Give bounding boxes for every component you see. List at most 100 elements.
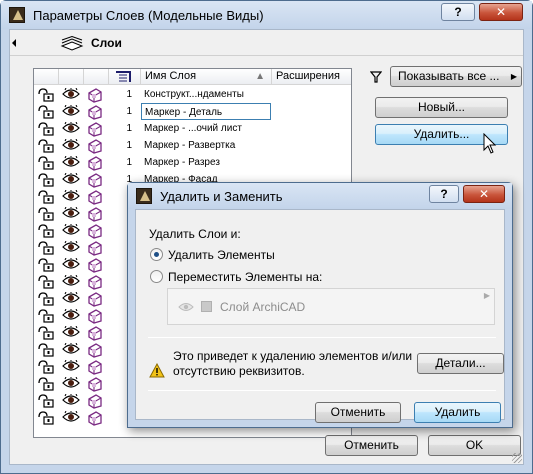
lock-open-icon[interactable]: [37, 341, 57, 358]
extensions-column-header[interactable]: Расширения: [272, 69, 351, 85]
lock-open-icon[interactable]: [37, 307, 57, 324]
wireframe-layer-icon[interactable]: [87, 409, 105, 426]
eye-icon[interactable]: [62, 290, 82, 307]
eye-icon[interactable]: [62, 375, 82, 392]
lock-column-header[interactable]: [34, 69, 59, 85]
table-row[interactable]: 1 Маркер - Разрез: [34, 154, 351, 171]
lock-open-icon[interactable]: [37, 358, 57, 375]
eye-icon[interactable]: [62, 120, 82, 137]
wireframe-layer-icon[interactable]: [87, 375, 105, 392]
table-row[interactable]: 1 Маркер - Деталь: [34, 103, 351, 120]
wireframe-layer-icon[interactable]: [87, 239, 105, 256]
eye-icon[interactable]: [62, 273, 82, 290]
eye-icon[interactable]: [62, 341, 82, 358]
wireframe-layer-icon[interactable]: [87, 205, 105, 222]
delete-elements-label[interactable]: Удалить Элементы: [168, 248, 275, 262]
warning-line-1: Это приведет к удалению элементов и/или: [173, 349, 413, 363]
wireframe-layer-icon[interactable]: [87, 256, 105, 273]
eye-icon[interactable]: [62, 307, 82, 324]
section-header[interactable]: Слои: [10, 30, 523, 56]
eye-icon[interactable]: [62, 324, 82, 341]
visibility-column-header[interactable]: [59, 69, 84, 85]
delete-elements-radio[interactable]: [150, 248, 163, 261]
ok-button[interactable]: OK: [428, 435, 521, 456]
lock-open-icon[interactable]: [37, 222, 57, 239]
table-row[interactable]: 1 Маркер - Развертка: [34, 137, 351, 154]
eye-icon[interactable]: [62, 86, 82, 103]
show-all-dropdown[interactable]: Показывать все ... ▶: [390, 66, 522, 87]
wireframe-layer-icon[interactable]: [87, 86, 105, 103]
intersection-group-number: 1: [126, 123, 132, 134]
wireframe-layer-icon[interactable]: [87, 392, 105, 409]
wire-column-header[interactable]: [84, 69, 109, 85]
eye-icon[interactable]: [62, 171, 82, 188]
eye-icon[interactable]: [62, 205, 82, 222]
lock-open-icon[interactable]: [37, 86, 57, 103]
wireframe-layer-icon[interactable]: [87, 358, 105, 375]
table-row[interactable]: 1 Конструкт...ндаменты: [34, 86, 351, 103]
resize-grip-icon[interactable]: [512, 453, 522, 463]
lock-open-icon[interactable]: [37, 205, 57, 222]
wireframe-layer-icon[interactable]: [87, 103, 105, 120]
details-button[interactable]: Детали...: [417, 353, 504, 374]
layer-name[interactable]: Конструкт...ндаменты: [141, 86, 271, 103]
lock-open-icon[interactable]: [37, 324, 57, 341]
layer-name[interactable]: Маркер - ...очий лист: [141, 120, 271, 137]
dialog-help-button[interactable]: ?: [429, 185, 459, 203]
help-button[interactable]: ?: [441, 3, 475, 21]
eye-icon[interactable]: [62, 358, 82, 375]
move-elements-label[interactable]: Переместить Элементы на:: [168, 270, 322, 284]
layer-name-column-header[interactable]: Имя Слоя ▲: [141, 69, 272, 85]
lock-open-icon[interactable]: [37, 392, 57, 409]
layer-name[interactable]: Маркер - Развертка: [141, 137, 271, 154]
eye-icon[interactable]: [62, 137, 82, 154]
wireframe-layer-icon[interactable]: [87, 188, 105, 205]
lock-open-icon[interactable]: [37, 154, 57, 171]
layer-name[interactable]: Маркер - Деталь: [141, 103, 271, 120]
eye-icon[interactable]: [62, 239, 82, 256]
lock-open-icon[interactable]: [37, 188, 57, 205]
wireframe-layer-icon[interactable]: [87, 341, 105, 358]
dialog-close-button[interactable]: ✕: [463, 185, 505, 203]
collapse-arrow-icon[interactable]: [12, 39, 16, 47]
eye-icon[interactable]: [62, 222, 82, 239]
close-button[interactable]: ✕: [479, 3, 523, 21]
eye-icon[interactable]: [62, 103, 82, 120]
dialog-cancel-button[interactable]: Отменить: [315, 402, 401, 423]
lock-open-icon[interactable]: [37, 273, 57, 290]
wireframe-layer-icon[interactable]: [87, 154, 105, 171]
lock-open-icon[interactable]: [37, 239, 57, 256]
eye-icon[interactable]: [62, 392, 82, 409]
eye-icon[interactable]: [62, 188, 82, 205]
lock-open-icon[interactable]: [37, 290, 57, 307]
wireframe-layer-icon[interactable]: [87, 290, 105, 307]
new-layer-button[interactable]: Новый...: [375, 97, 508, 118]
dialog-delete-button[interactable]: Удалить: [414, 402, 501, 423]
cancel-button[interactable]: Отменить: [325, 435, 418, 456]
table-row[interactable]: 1 Маркер - ...очий лист: [34, 120, 351, 137]
lock-open-icon[interactable]: [37, 256, 57, 273]
lock-open-icon[interactable]: [37, 137, 57, 154]
wireframe-layer-icon[interactable]: [87, 120, 105, 137]
wireframe-layer-icon[interactable]: [87, 171, 105, 188]
warning-line-2: отсутствию реквизитов.: [173, 364, 305, 378]
intersection-column-header[interactable]: [109, 69, 141, 85]
wireframe-layer-icon[interactable]: [87, 273, 105, 290]
eye-icon[interactable]: [62, 256, 82, 273]
intersection-group-number: 1: [126, 89, 132, 100]
move-elements-radio[interactable]: [150, 270, 163, 283]
lock-open-icon[interactable]: [37, 103, 57, 120]
wireframe-layer-icon[interactable]: [87, 307, 105, 324]
eye-icon[interactable]: [62, 409, 82, 426]
eye-icon[interactable]: [62, 154, 82, 171]
lock-open-icon[interactable]: [37, 120, 57, 137]
archicad-layer-icon: [201, 301, 212, 312]
wireframe-layer-icon[interactable]: [87, 324, 105, 341]
lock-open-icon[interactable]: [37, 375, 57, 392]
intersection-group-icon: [116, 71, 131, 82]
wireframe-layer-icon[interactable]: [87, 222, 105, 239]
lock-open-icon[interactable]: [37, 409, 57, 426]
lock-open-icon[interactable]: [37, 171, 57, 188]
layer-name[interactable]: Маркер - Разрез: [141, 154, 271, 171]
wireframe-layer-icon[interactable]: [87, 137, 105, 154]
